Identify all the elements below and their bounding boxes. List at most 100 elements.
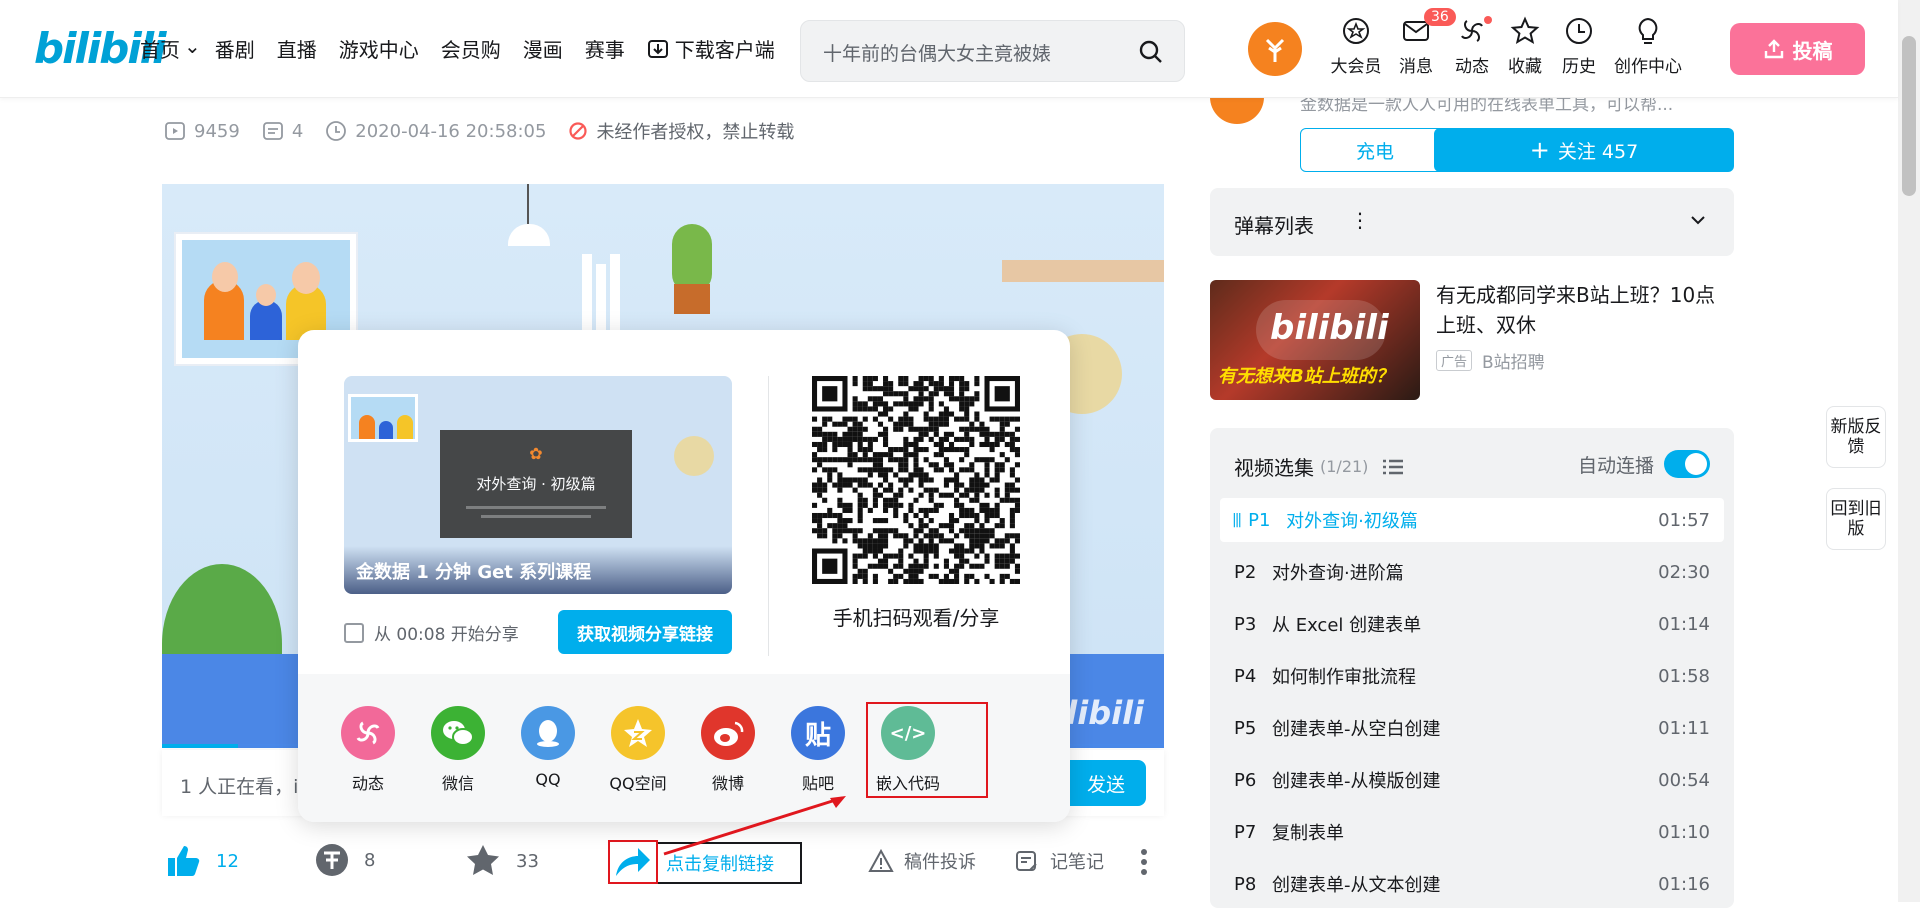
video-info: 9459 4 2020-04-16 20:58:05 未经作者授权，禁止转载 bbox=[164, 118, 816, 144]
qr-code bbox=[812, 376, 1020, 584]
creator-entry[interactable]: 创作中心 bbox=[1606, 14, 1690, 77]
ep-duration: 01:58 bbox=[1658, 665, 1710, 687]
share-arrow-box[interactable] bbox=[608, 840, 658, 884]
share-dynamic[interactable]: 动态 bbox=[328, 706, 408, 794]
qq-penguin-icon bbox=[521, 706, 575, 760]
playlist-item[interactable]: P6 创建表单-从模版创建 00:54 bbox=[1220, 758, 1724, 802]
playlist-item[interactable]: P3 从 Excel 创建表单 01:14 bbox=[1220, 602, 1724, 646]
ep-number: P1 bbox=[1248, 509, 1271, 531]
ad-source[interactable]: B站招聘 bbox=[1482, 348, 1545, 373]
dynamic-label: 动态 bbox=[1455, 57, 1489, 77]
danmaku-icon bbox=[262, 122, 283, 140]
search-input[interactable]: 十年前的台偶大女主竟被婊 bbox=[823, 39, 1123, 66]
user-avatar[interactable] bbox=[1248, 22, 1302, 76]
start-time-label: 从 00:08 开始分享 bbox=[374, 625, 519, 645]
nav-mall[interactable]: 会员购 bbox=[441, 34, 501, 63]
share-qq-label: QQ bbox=[535, 770, 561, 789]
qzone-star-icon bbox=[611, 706, 665, 760]
autoplay-toggle[interactable] bbox=[1664, 450, 1710, 478]
thumb-chart-decoration bbox=[674, 436, 714, 476]
top-nav: 首页 ⌄ 番剧 直播 游戏中心 会员购 漫画 赛事 下载客户端 bbox=[140, 34, 797, 63]
like-button[interactable]: 12 bbox=[164, 842, 239, 880]
nav-live[interactable]: 直播 bbox=[277, 34, 317, 63]
upload-icon bbox=[1764, 39, 1783, 59]
playlist-item[interactable]: ||| P1 对外查询·初级篇 01:57 bbox=[1220, 498, 1724, 542]
nav-match[interactable]: 赛事 bbox=[585, 34, 625, 63]
nav-download-label: 下载客户端 bbox=[674, 38, 775, 62]
ep-name: 对外查询·初级篇 bbox=[1286, 511, 1418, 532]
history-entry[interactable]: 历史 bbox=[1552, 14, 1606, 77]
share-qzone[interactable]: QQ空间 bbox=[598, 706, 678, 794]
ad-image[interactable]: bilibili 有无想来B站上班的？ bbox=[1210, 280, 1420, 400]
share-arrow-icon bbox=[616, 848, 650, 876]
video-pot bbox=[674, 284, 710, 314]
start-time-checkbox[interactable] bbox=[344, 622, 364, 643]
upload-button[interactable]: 投稿 bbox=[1730, 23, 1865, 75]
leaf-logo-icon bbox=[1265, 38, 1285, 62]
search-box[interactable]: 十年前的台偶大女主竟被婊 bbox=[800, 20, 1185, 82]
ad-card[interactable]: bilibili 有无想来B站上班的？ 有无成都同学来B站上班？10点上班、双休… bbox=[1210, 280, 1734, 400]
danmaku-list-panel[interactable]: 弹幕列表 ⋮ bbox=[1210, 188, 1734, 256]
favorite-count: 33 bbox=[516, 850, 539, 872]
report-button[interactable]: 稿件投诉 bbox=[868, 848, 976, 874]
playlist-item[interactable]: P2 对外查询·进阶篇 02:30 bbox=[1220, 550, 1724, 594]
ad-tag: 广告 B站招聘 bbox=[1436, 348, 1545, 373]
scrollbar-thumb[interactable] bbox=[1902, 36, 1916, 196]
ep-duration: 01:57 bbox=[1658, 509, 1710, 531]
get-share-link-button[interactable]: 获取视频分享链接 bbox=[558, 610, 732, 654]
nav-game[interactable]: 游戏中心 bbox=[339, 34, 419, 63]
playlist-item[interactable]: P7 复制表单 01:10 bbox=[1220, 810, 1724, 854]
more-options-icon[interactable] bbox=[1140, 848, 1148, 876]
viewer-count: 1 人正在看，i bbox=[180, 776, 299, 798]
nav-download[interactable]: 下载客户端 bbox=[647, 34, 775, 63]
list-icon[interactable] bbox=[1382, 458, 1404, 476]
thumb-family-picture bbox=[348, 394, 418, 442]
nav-manga[interactable]: 漫画 bbox=[523, 34, 563, 63]
upload-label: 投稿 bbox=[1792, 38, 1833, 63]
share-video-thumbnail[interactable]: ✿ 对外查询 · 初级篇 金数据 1 分钟 Get 系列课程 bbox=[344, 376, 732, 594]
ad-image-caption: 有无想来B站上班的？ bbox=[1218, 366, 1394, 387]
copyright-text: 未经作者授权，禁止转载 bbox=[596, 122, 795, 143]
report-label: 稿件投诉 bbox=[904, 852, 976, 873]
copyright-notice: 未经作者授权，禁止转载 bbox=[568, 118, 794, 144]
ep-number: P6 bbox=[1234, 769, 1257, 791]
charge-button[interactable]: 充电 bbox=[1300, 128, 1450, 172]
share-start-time-option[interactable]: 从 00:08 开始分享 bbox=[344, 620, 519, 645]
notes-button[interactable]: 记笔记 bbox=[1014, 848, 1104, 874]
chevron-down-icon[interactable]: ⌄ bbox=[184, 34, 201, 63]
ad-title[interactable]: 有无成都同学来B站上班？10点上班、双休 bbox=[1436, 280, 1734, 340]
message-entry[interactable]: 36 消息 bbox=[1386, 8, 1456, 77]
dynamic-entry[interactable]: 动态 bbox=[1446, 14, 1498, 77]
tieba-icon: 贴 bbox=[791, 706, 845, 760]
more-vertical-icon[interactable]: ⋮ bbox=[1350, 208, 1370, 232]
chevron-down-icon[interactable] bbox=[1688, 210, 1708, 230]
playlist-item[interactable]: P4 如何制作审批流程 01:58 bbox=[1220, 654, 1724, 698]
share-wechat[interactable]: 微信 bbox=[418, 706, 498, 794]
share-weibo[interactable]: 微博 bbox=[688, 706, 768, 794]
nav-home[interactable]: 首页 bbox=[140, 34, 180, 63]
send-danmaku-button[interactable]: 发送 bbox=[1066, 760, 1146, 806]
ep-name: 从 Excel 创建表单 bbox=[1272, 615, 1422, 636]
autoplay-setting: 自动连播 bbox=[1578, 450, 1710, 478]
nav-bangumi[interactable]: 番剧 bbox=[215, 34, 255, 63]
follow-label: 关注 457 bbox=[1557, 140, 1639, 163]
note-icon bbox=[1016, 851, 1037, 871]
danmaku-count-value: 4 bbox=[291, 120, 304, 142]
playlist-panel: 视频选集 (1/21) 自动连播 ||| P1 对外查询·初级篇 01:57 P… bbox=[1210, 428, 1734, 908]
top-header: bilibili 首页 ⌄ 番剧 直播 游戏中心 会员购 漫画 赛事 下载客户端… bbox=[0, 0, 1898, 98]
search-icon[interactable] bbox=[1138, 39, 1164, 65]
page-scrollbar[interactable] bbox=[1898, 0, 1920, 902]
playlist-count: (1/21) bbox=[1320, 457, 1369, 476]
share-qq[interactable]: QQ bbox=[508, 706, 588, 789]
follow-button[interactable]: + 关注 457 bbox=[1434, 128, 1734, 172]
back-to-old-version-button[interactable]: 回到旧版 bbox=[1826, 488, 1886, 550]
share-tieba[interactable]: 贴 贴吧 bbox=[778, 706, 858, 794]
playlist-item[interactable]: P5 创建表单-从空白创建 01:11 bbox=[1220, 706, 1724, 750]
playlist-item[interactable]: P8 创建表单-从文本创建 01:16 bbox=[1220, 862, 1724, 906]
favorites-entry[interactable]: 收藏 bbox=[1498, 14, 1552, 77]
vip-entry[interactable]: 大会员 bbox=[1326, 14, 1386, 77]
favorite-button[interactable]: 33 bbox=[464, 842, 539, 880]
new-version-feedback-button[interactable]: 新版反馈 bbox=[1826, 406, 1886, 468]
ep-name: 复制表单 bbox=[1272, 823, 1344, 844]
coin-button[interactable]: 8 bbox=[314, 842, 375, 878]
